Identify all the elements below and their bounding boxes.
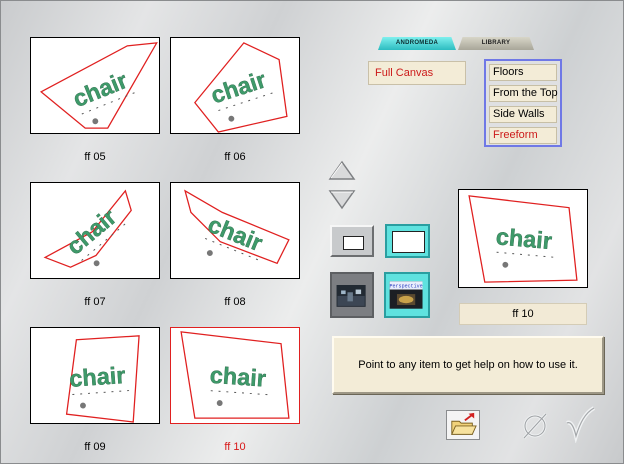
svg-text:chair: chair bbox=[209, 362, 267, 392]
night-photo-button[interactable] bbox=[330, 272, 374, 318]
thumbnail-label: ff 06 bbox=[224, 151, 246, 163]
preview-label: ff 10 bbox=[459, 303, 587, 325]
thumbnail-ff-09[interactable]: chair bbox=[30, 327, 160, 424]
rect-outline-icon bbox=[343, 236, 364, 250]
rect-outline-button[interactable] bbox=[330, 225, 374, 257]
null-icon[interactable] bbox=[520, 411, 550, 441]
perspective-button[interactable]: Perspective bbox=[384, 272, 430, 318]
thumbnail-ff-10[interactable]: chair bbox=[170, 327, 300, 424]
svg-text:chair: chair bbox=[69, 67, 131, 112]
thumbnail-ff-07[interactable]: chair bbox=[30, 182, 160, 279]
submenu-item-side-walls[interactable]: Side Walls bbox=[489, 106, 557, 123]
thumbnail-ff-08[interactable]: chair bbox=[170, 182, 300, 279]
night-photo-icon bbox=[336, 285, 366, 307]
thumbnail-ff-05[interactable]: chair bbox=[30, 37, 160, 134]
thumbnail-image: chair bbox=[43, 189, 132, 268]
tab-library[interactable]: LIBRARY bbox=[458, 37, 534, 50]
perspective-label: Perspective bbox=[390, 284, 423, 290]
thumbnail-image: chair bbox=[65, 335, 140, 423]
submenu-item-from-the-top[interactable]: From the Top bbox=[489, 85, 558, 102]
rect-filled-button[interactable] bbox=[385, 224, 430, 258]
thumbnail-label: ff 05 bbox=[84, 151, 106, 163]
svg-text:chair: chair bbox=[495, 223, 553, 254]
arrow-up-icon[interactable] bbox=[328, 160, 356, 182]
thumbnail-image: chair bbox=[184, 189, 290, 265]
open-folder-button[interactable] bbox=[446, 410, 480, 440]
full-canvas-option[interactable]: Full Canvas bbox=[368, 61, 466, 85]
thumbnail-label: ff 10 bbox=[224, 441, 246, 453]
thumbnail-image: chair bbox=[39, 42, 158, 129]
perspective-photo-icon: Perspective bbox=[390, 281, 423, 309]
help-panel: Point to any item to get help on how to … bbox=[332, 336, 604, 394]
thumbnail-ff-06[interactable]: chair bbox=[170, 37, 300, 134]
thumbnail-label: ff 09 bbox=[84, 441, 106, 453]
submenu-item-freeform[interactable]: Freeform bbox=[489, 127, 557, 144]
arrow-down-icon[interactable] bbox=[328, 188, 356, 210]
tab-andromeda[interactable]: ANDROMEDA bbox=[378, 37, 456, 50]
freeform-submenu: Floors From the Top Side Walls Freeform bbox=[484, 59, 562, 147]
thumbnail-label: ff 08 bbox=[224, 296, 246, 308]
svg-text:chair: chair bbox=[62, 204, 122, 260]
thumbnail-image: chair bbox=[194, 42, 288, 133]
svg-text:chair: chair bbox=[68, 362, 126, 392]
preview-panel: chair bbox=[458, 189, 588, 288]
check-icon[interactable] bbox=[563, 405, 597, 443]
svg-text:chair: chair bbox=[208, 66, 269, 108]
rect-filled-icon bbox=[392, 231, 425, 253]
submenu-item-floors[interactable]: Floors bbox=[489, 64, 557, 81]
thumbnail-image: chair bbox=[180, 331, 290, 419]
folder-open-icon bbox=[451, 412, 477, 435]
thumbnail-label: ff 07 bbox=[84, 296, 106, 308]
